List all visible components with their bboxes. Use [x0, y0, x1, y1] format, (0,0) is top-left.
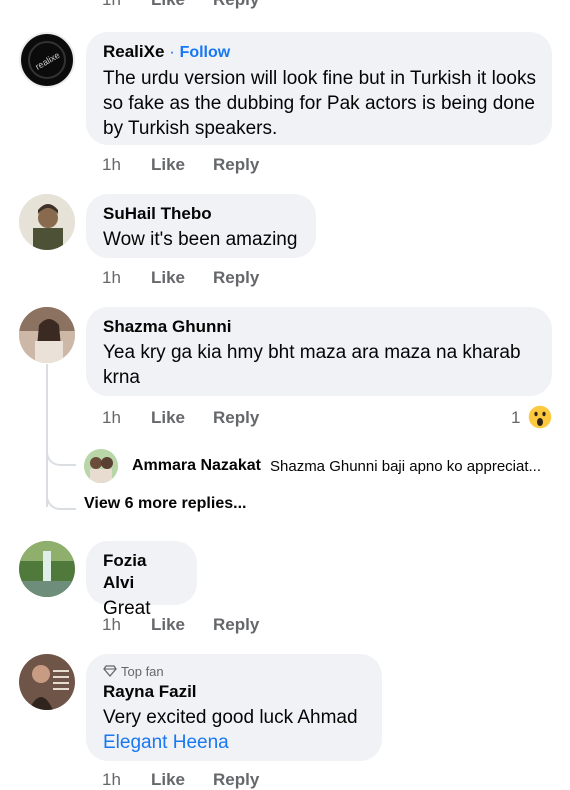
wow-reaction-icon: [527, 404, 553, 430]
view-more-replies-button[interactable]: View 6 more replies...: [84, 495, 246, 513]
comment-text: Wow it's been amazing: [103, 229, 298, 250]
comment-bubble: Fozia Alvi Great: [86, 541, 197, 619]
reply-author-name[interactable]: Ammara Nazakat: [132, 457, 261, 475]
comment-text: The urdu version will look fine but in T…: [103, 68, 536, 139]
avatar[interactable]: [19, 654, 75, 710]
avatar[interactable]: realixe: [19, 32, 75, 88]
avatar-image: [84, 449, 118, 483]
like-button[interactable]: Like: [151, 408, 185, 428]
follow-button[interactable]: Follow: [180, 44, 231, 61]
reply-preview[interactable]: Ammara Nazakat Shazma Ghunni baji apno k…: [84, 449, 554, 483]
timestamp: 1h: [102, 615, 121, 634]
timestamp: 1h: [102, 268, 121, 287]
comment-bubble: SuHail Thebo Wow it's been amazing: [86, 194, 316, 258]
like-button[interactable]: Like: [151, 770, 185, 790]
separator-dot: ·: [169, 42, 180, 61]
reply-button[interactable]: Reply: [213, 770, 259, 790]
commenter-name[interactable]: Shazma Ghunni: [103, 316, 536, 338]
diamond-icon: [103, 665, 117, 677]
avatar-image: [19, 194, 75, 250]
avatar[interactable]: [19, 194, 75, 250]
commenter-name[interactable]: SuHail Thebo: [103, 203, 300, 225]
like-button[interactable]: Like: [151, 615, 185, 635]
like-button[interactable]: Like: [151, 268, 185, 288]
thread-curve: [46, 480, 76, 510]
like-button[interactable]: Like: [151, 0, 185, 10]
avatar[interactable]: [19, 307, 75, 363]
commenter-name[interactable]: Fozia Alvi: [103, 550, 181, 594]
comment-text: Yea kry ga kia hmy bht maza ara maza na …: [103, 342, 521, 388]
timestamp: 1h: [102, 0, 121, 10]
commenter-name[interactable]: Rayna Fazil: [103, 681, 366, 703]
comment-bubble: Shazma Ghunni Yea kry ga kia hmy bht maz…: [86, 307, 552, 396]
avatar[interactable]: [84, 449, 118, 483]
avatar[interactable]: [19, 541, 75, 597]
reply-button[interactable]: Reply: [213, 0, 259, 10]
mentioned-page-link[interactable]: Elegant Heena: [103, 730, 366, 755]
reply-text: Shazma Ghunni baji apno ko appreciat...: [270, 458, 542, 475]
avatar-image: [19, 541, 75, 597]
reply-button[interactable]: Reply: [213, 268, 259, 288]
reply-button[interactable]: Reply: [213, 615, 259, 635]
timestamp: 1h: [102, 155, 121, 174]
comment-bubble: RealiXe · Follow The urdu version will l…: [86, 32, 552, 145]
badge-label: Top fan: [121, 664, 164, 679]
reaction-count: 1: [511, 408, 521, 427]
comment-text: Very excited good luck Ahmad: [103, 707, 358, 728]
timestamp: 1h: [102, 770, 121, 789]
like-button[interactable]: Like: [151, 155, 185, 175]
commenter-name[interactable]: RealiXe: [103, 42, 164, 61]
timestamp: 1h: [102, 408, 121, 427]
thread-curve: [46, 436, 76, 466]
reply-button[interactable]: Reply: [213, 155, 259, 175]
avatar-image: [19, 654, 75, 710]
avatar-image: realixe: [22, 35, 72, 85]
avatar-image: [19, 307, 75, 363]
comment-bubble: Top fan Rayna Fazil Very excited good lu…: [86, 654, 382, 761]
top-fan-badge: Top fan: [103, 663, 366, 681]
reply-button[interactable]: Reply: [213, 408, 259, 428]
